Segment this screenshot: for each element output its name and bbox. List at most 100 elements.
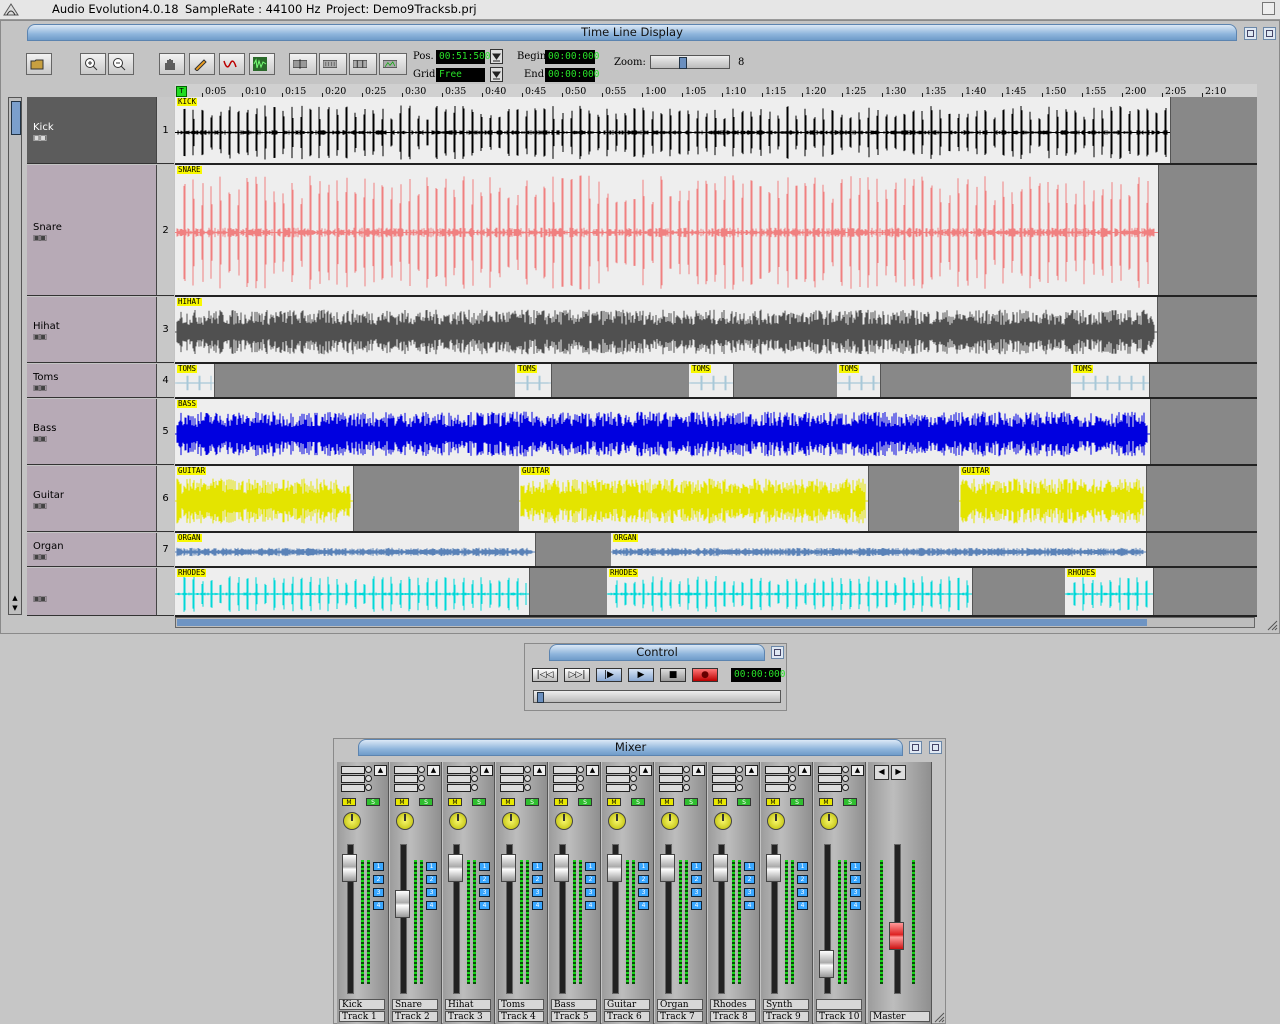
aux-send-button[interactable]: 4 — [585, 901, 596, 910]
routing-button[interactable] — [765, 775, 789, 783]
volume-fader[interactable] — [607, 853, 622, 882]
aux-send-button[interactable]: 1 — [797, 862, 808, 871]
pan-knob[interactable] — [555, 812, 573, 830]
audio-clip[interactable]: RHODES — [175, 568, 530, 615]
track-header[interactable]: Guitar ▣▣ — [27, 466, 156, 532]
mute-button[interactable]: M — [607, 798, 621, 806]
copy-button[interactable] — [319, 53, 347, 75]
audio-clip[interactable]: TOMS — [175, 364, 215, 397]
routing-button[interactable] — [606, 766, 630, 774]
aux-send-button[interactable]: 1 — [373, 862, 384, 871]
routing-button[interactable] — [765, 784, 789, 792]
aux-send-button[interactable]: 1 — [532, 862, 543, 871]
hand-tool-button[interactable] — [159, 53, 185, 75]
pan-knob[interactable] — [661, 812, 679, 830]
pencil-tool-button[interactable] — [189, 53, 215, 75]
track-lane[interactable]: GUITAR GUITAR GUITAR — [175, 466, 1257, 533]
routing-button[interactable] — [659, 784, 683, 792]
solo-button[interactable]: S — [366, 798, 380, 806]
aux-send-button[interactable]: 1 — [850, 862, 861, 871]
zoom-out-button[interactable] — [108, 53, 134, 75]
aux-send-button[interactable]: 4 — [691, 901, 702, 910]
routing-button[interactable] — [712, 766, 736, 774]
routing-button[interactable] — [500, 784, 524, 792]
track-header[interactable]: Bass ▣▣ — [27, 399, 156, 465]
aux-send-button[interactable]: 3 — [797, 888, 808, 897]
channel-menu-arrow-icon[interactable]: ▲ — [798, 765, 811, 776]
solo-button[interactable]: S — [684, 798, 698, 806]
aux-send-button[interactable]: 2 — [426, 875, 437, 884]
routing-button[interactable] — [394, 766, 418, 774]
routing-button[interactable] — [553, 766, 577, 774]
solo-button[interactable]: S — [790, 798, 804, 806]
volume-fader[interactable] — [819, 949, 834, 978]
solo-button[interactable]: S — [472, 798, 486, 806]
aux-send-button[interactable]: 1 — [479, 862, 490, 871]
waveform-tool-button[interactable] — [249, 53, 275, 75]
control-window-title[interactable]: Control — [549, 644, 765, 661]
routing-button[interactable] — [341, 784, 365, 792]
pan-knob[interactable] — [714, 812, 732, 830]
transport-slider-thumb[interactable] — [537, 692, 544, 703]
mute-button[interactable]: M — [554, 798, 568, 806]
mute-button[interactable]: M — [660, 798, 674, 806]
play-loop-button[interactable]: |▶ — [596, 668, 622, 682]
audio-clip[interactable]: KICK — [175, 97, 1171, 163]
mute-button[interactable]: M — [501, 798, 515, 806]
aux-send-button[interactable]: 2 — [850, 875, 861, 884]
resize-grip-icon[interactable] — [1266, 619, 1278, 631]
aux-send-button[interactable]: 2 — [585, 875, 596, 884]
audio-clip[interactable]: RHODES — [1065, 568, 1154, 615]
channel-menu-arrow-icon[interactable]: ▲ — [427, 765, 440, 776]
horizontal-scrollbar-thumb[interactable] — [177, 619, 1147, 626]
mute-button[interactable]: M — [766, 798, 780, 806]
aux-send-button[interactable]: 3 — [373, 888, 384, 897]
pan-knob[interactable] — [449, 812, 467, 830]
routing-button[interactable] — [818, 775, 842, 783]
routing-button[interactable] — [712, 775, 736, 783]
track-lane[interactable]: HIHAT — [175, 297, 1257, 364]
timeline-window-title[interactable]: Time Line Display — [27, 24, 1237, 41]
aux-send-button[interactable]: 3 — [638, 888, 649, 897]
volume-fader[interactable] — [660, 853, 675, 882]
volume-fader[interactable] — [713, 853, 728, 882]
aux-send-button[interactable]: 2 — [797, 875, 808, 884]
aux-send-button[interactable]: 2 — [479, 875, 490, 884]
aux-send-button[interactable]: 2 — [691, 875, 702, 884]
routing-button[interactable] — [712, 784, 736, 792]
track-lane[interactable]: BASS — [175, 399, 1257, 466]
audio-clip[interactable]: BASS — [175, 399, 1151, 464]
aux-send-button[interactable]: 3 — [691, 888, 702, 897]
volume-fader[interactable] — [766, 853, 781, 882]
time-marker[interactable]: T — [176, 86, 187, 97]
aux-send-button[interactable]: 3 — [850, 888, 861, 897]
audio-clip[interactable]: TOMS — [1071, 364, 1150, 397]
timeline-horizontal-scrollbar[interactable] — [175, 617, 1255, 628]
routing-button[interactable] — [606, 784, 630, 792]
envelope-tool-button[interactable] — [219, 53, 245, 75]
rewind-button[interactable]: |◁◁ — [532, 668, 558, 682]
audio-clip[interactable]: GUITAR — [175, 466, 354, 531]
grid-dropdown-button[interactable] — [490, 67, 503, 82]
zoom-slider[interactable] — [650, 55, 730, 69]
pan-knob[interactable] — [608, 812, 626, 830]
track-lane[interactable]: TOMS TOMS TOMS TOMS TOMS — [175, 364, 1257, 399]
aux-send-button[interactable]: 1 — [585, 862, 596, 871]
solo-button[interactable]: S — [843, 798, 857, 806]
track-header[interactable]: Toms ▣▣ — [27, 364, 156, 398]
track-header[interactable]: Kick ▣▣ — [27, 97, 156, 164]
window-zoom-button[interactable] — [909, 741, 922, 754]
scroll-down-arrow-icon[interactable]: ▼ — [10, 604, 20, 612]
aux-send-button[interactable]: 4 — [373, 901, 384, 910]
zoom-in-button[interactable] — [80, 53, 106, 75]
routing-button[interactable] — [394, 775, 418, 783]
position-display[interactable]: 00:51:500 — [436, 50, 490, 64]
insert-button[interactable] — [379, 53, 407, 75]
track-header[interactable]: Hihat ▣▣ — [27, 297, 156, 363]
audio-clip[interactable]: SNARE — [175, 165, 1159, 295]
pan-knob[interactable] — [502, 812, 520, 830]
aux-send-button[interactable]: 3 — [744, 888, 755, 897]
volume-fader[interactable] — [395, 889, 410, 918]
aux-send-button[interactable]: 1 — [744, 862, 755, 871]
aux-send-button[interactable]: 4 — [426, 901, 437, 910]
